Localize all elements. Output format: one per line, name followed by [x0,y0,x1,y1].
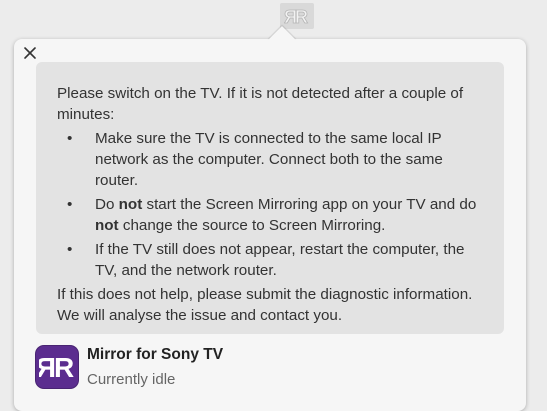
tip-text: Make sure the TV is connected to the sam… [95,130,443,189]
app-status: Currently idle [87,371,176,388]
app-name: Mirror for Sony TV [87,346,224,363]
tip-emphasis: not [118,196,143,213]
tip-text-part: change the source to Screen Mirroring. [118,217,386,234]
tip-text: Do not start the Screen Mirroring app on… [95,196,476,234]
popover-arrow [268,26,296,40]
bullet: • [67,241,73,258]
tip-text: If the TV still does not appear, restart… [95,241,465,279]
list-item: • If the TV still does not appear, resta… [57,239,482,281]
app-status-row: R R Mirror for Sony TV Currently idle [35,343,495,393]
app-icon: R R [35,345,79,389]
mirror-app-icon: R R [284,7,308,26]
close-icon [24,47,36,59]
svg-text:R: R [295,7,308,26]
tip-emphasis: not [95,217,119,234]
status-popover: Please switch on the TV. If it is not de… [14,26,526,411]
list-item: • Do not start the Screen Mirroring app … [57,194,482,236]
mirror-for-sony-tv-icon: R R [39,352,74,382]
tip-text-part: Do [95,196,119,213]
tips-list: • Make sure the TV is connected to the s… [57,128,482,281]
tip-text-part: start the Screen Mirroring app on your T… [142,196,477,213]
close-button[interactable] [21,44,39,62]
list-item: • Make sure the TV is connected to the s… [57,128,482,191]
intro-text: Please switch on the TV. If it is not de… [57,85,464,123]
message-box: Please switch on the TV. If it is not de… [36,62,504,334]
footer-text: If this does not help, please submit the… [57,286,473,324]
svg-text:R: R [54,352,74,382]
bullet: • [67,130,73,147]
bullet: • [67,196,73,213]
